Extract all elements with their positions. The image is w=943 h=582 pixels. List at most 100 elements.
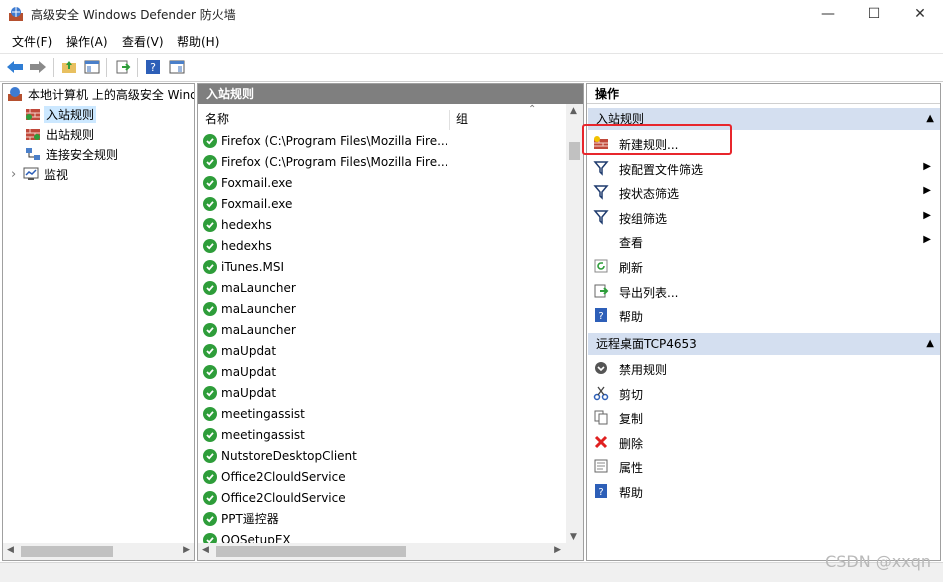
table-row[interactable]: maUpdat bbox=[203, 382, 447, 403]
forward-button[interactable] bbox=[28, 57, 48, 77]
export-button[interactable] bbox=[113, 57, 133, 77]
close-button[interactable]: ✕ bbox=[897, 0, 943, 28]
column-header-group[interactable]: 组 bbox=[456, 108, 468, 130]
maximize-icon: ☐ bbox=[867, 6, 881, 22]
table-row[interactable]: Office2ClouldService bbox=[203, 466, 447, 487]
table-row[interactable]: Office2ClouldService bbox=[203, 487, 447, 508]
table-row[interactable]: iTunes.MSI bbox=[203, 256, 447, 277]
table-row[interactable]: maLauncher bbox=[203, 319, 447, 340]
table-row[interactable]: maUpdat bbox=[203, 340, 447, 361]
enabled-check-icon bbox=[203, 511, 217, 526]
column-divider[interactable] bbox=[449, 110, 450, 130]
table-row[interactable]: maUpdat bbox=[203, 361, 447, 382]
scroll-thumb[interactable] bbox=[21, 546, 113, 557]
menu-file[interactable]: 文件(F) bbox=[12, 33, 52, 50]
scroll-right-icon[interactable]: ▶ bbox=[554, 545, 561, 555]
enabled-check-icon bbox=[203, 469, 217, 484]
rule-name: maLauncher bbox=[221, 280, 296, 295]
enabled-check-icon bbox=[203, 175, 217, 190]
minimize-button[interactable]: — bbox=[805, 0, 851, 28]
svg-text:?: ? bbox=[598, 487, 603, 498]
action-item[interactable]: 按配置文件筛选 ▶ bbox=[587, 156, 939, 180]
scroll-left-icon[interactable]: ◀ bbox=[202, 545, 209, 555]
tree-item-label: 监视 bbox=[44, 167, 69, 182]
table-row[interactable]: Firefox (C:\Program Files\Mozilla Fire..… bbox=[203, 151, 447, 172]
status-bar bbox=[0, 562, 943, 582]
action-item[interactable]: 导出列表... bbox=[587, 279, 939, 303]
table-row[interactable]: NutstoreDesktopClient bbox=[203, 445, 447, 466]
action-label: 剪切 bbox=[619, 387, 644, 402]
action-item[interactable]: 按状态筛选 ▶ bbox=[587, 180, 939, 204]
action-item[interactable]: ? 帮助 bbox=[587, 479, 939, 503]
action-label: 属性 bbox=[619, 461, 644, 476]
show-hide-action-pane-button[interactable] bbox=[167, 57, 187, 77]
table-row[interactable]: maLauncher bbox=[203, 298, 447, 319]
scroll-down-icon[interactable]: ▼ bbox=[570, 532, 577, 542]
action-label: 复制 bbox=[619, 412, 644, 427]
maximize-button[interactable]: ☐ bbox=[851, 0, 897, 28]
actions-section-selected-rule[interactable]: 远程桌面TCP4653 ▲ bbox=[588, 333, 940, 355]
back-button[interactable] bbox=[5, 57, 25, 77]
action-item[interactable]: 查看 ▶ bbox=[587, 229, 939, 253]
menu-view[interactable]: 查看(V) bbox=[122, 33, 164, 50]
export-icon bbox=[593, 283, 609, 299]
action-item[interactable]: 刷新 bbox=[587, 254, 939, 278]
table-row[interactable]: meetingassist bbox=[203, 424, 447, 445]
action-item[interactable]: 复制 bbox=[587, 405, 939, 429]
table-row[interactable]: hedexhs bbox=[203, 235, 447, 256]
section-title: 远程桌面TCP4653 bbox=[596, 337, 697, 351]
scroll-thumb[interactable] bbox=[216, 546, 406, 557]
action-label: 按状态筛选 bbox=[619, 187, 680, 202]
up-folder-button[interactable] bbox=[59, 57, 79, 77]
window-title: 高级安全 Windows Defender 防火墙 bbox=[31, 8, 236, 22]
action-item[interactable]: 剪切 bbox=[587, 381, 939, 405]
scroll-right-icon[interactable]: ▶ bbox=[183, 545, 190, 555]
enabled-check-icon bbox=[203, 133, 217, 148]
list-vertical-scrollbar[interactable]: ▲ ▼ bbox=[566, 104, 583, 544]
table-row[interactable]: Foxmail.exe bbox=[203, 193, 447, 214]
collapse-icon[interactable]: ▲ bbox=[926, 108, 934, 130]
table-row[interactable]: Firefox (C:\Program Files\Mozilla Fire..… bbox=[203, 130, 447, 151]
list-horizontal-scrollbar[interactable]: ◀ ▶ bbox=[198, 543, 583, 560]
tree-root[interactable]: 本地计算机 上的高级安全 Windows bbox=[7, 84, 194, 104]
enabled-check-icon bbox=[203, 490, 217, 505]
menu-action[interactable]: 操作(A) bbox=[66, 33, 108, 50]
rule-name: Firefox (C:\Program Files\Mozilla Fire..… bbox=[221, 133, 447, 148]
tree-item-monitoring[interactable]: › 监视 bbox=[11, 164, 70, 184]
help-button[interactable]: ? bbox=[143, 57, 163, 77]
rule-name: Office2ClouldService bbox=[221, 490, 346, 505]
properties-icon bbox=[593, 458, 609, 474]
action-item[interactable]: 按组筛选 ▶ bbox=[587, 205, 939, 229]
tree-item-outbound-rules[interactable]: 出站规则 bbox=[25, 124, 96, 144]
table-row[interactable]: hedexhs bbox=[203, 214, 447, 235]
scroll-left-icon[interactable]: ◀ bbox=[7, 545, 14, 555]
toolbar-separator bbox=[137, 58, 138, 77]
monitoring-icon bbox=[23, 167, 39, 180]
rule-name: maUpdat bbox=[221, 364, 277, 379]
collapse-icon[interactable]: ▲ bbox=[926, 333, 934, 355]
action-item[interactable]: 属性 bbox=[587, 454, 939, 478]
menu-help[interactable]: 帮助(H) bbox=[177, 33, 219, 50]
action-item[interactable]: ? 帮助 bbox=[587, 303, 939, 327]
expand-chevron-icon[interactable]: › bbox=[11, 167, 23, 182]
table-row[interactable]: meetingassist bbox=[203, 403, 447, 424]
minimize-icon: — bbox=[821, 6, 835, 22]
table-row[interactable]: PPT遥控器 bbox=[203, 508, 447, 529]
tree-item-connection-security-rules[interactable]: 连接安全规则 bbox=[25, 144, 120, 164]
tree-item-inbound-rules[interactable]: 入站规则 bbox=[25, 104, 97, 124]
action-item[interactable]: 禁用规则 bbox=[587, 356, 939, 380]
column-header-name[interactable]: 名称 bbox=[205, 108, 229, 130]
table-row[interactable]: maLauncher bbox=[203, 277, 447, 298]
enabled-check-icon bbox=[203, 238, 217, 253]
inbound-rules-icon bbox=[26, 109, 40, 120]
svg-text:?: ? bbox=[598, 311, 603, 322]
scroll-up-icon[interactable]: ▲ bbox=[570, 106, 577, 116]
scroll-thumb[interactable] bbox=[569, 142, 580, 160]
action-item[interactable]: 删除 bbox=[587, 430, 939, 454]
tree-horizontal-scrollbar[interactable]: ◀ ▶ bbox=[3, 543, 194, 560]
svg-text:?: ? bbox=[150, 61, 156, 74]
show-hide-tree-button[interactable] bbox=[82, 57, 102, 77]
table-row[interactable]: Foxmail.exe bbox=[203, 172, 447, 193]
delete-icon bbox=[593, 434, 609, 450]
enabled-check-icon bbox=[203, 406, 217, 421]
